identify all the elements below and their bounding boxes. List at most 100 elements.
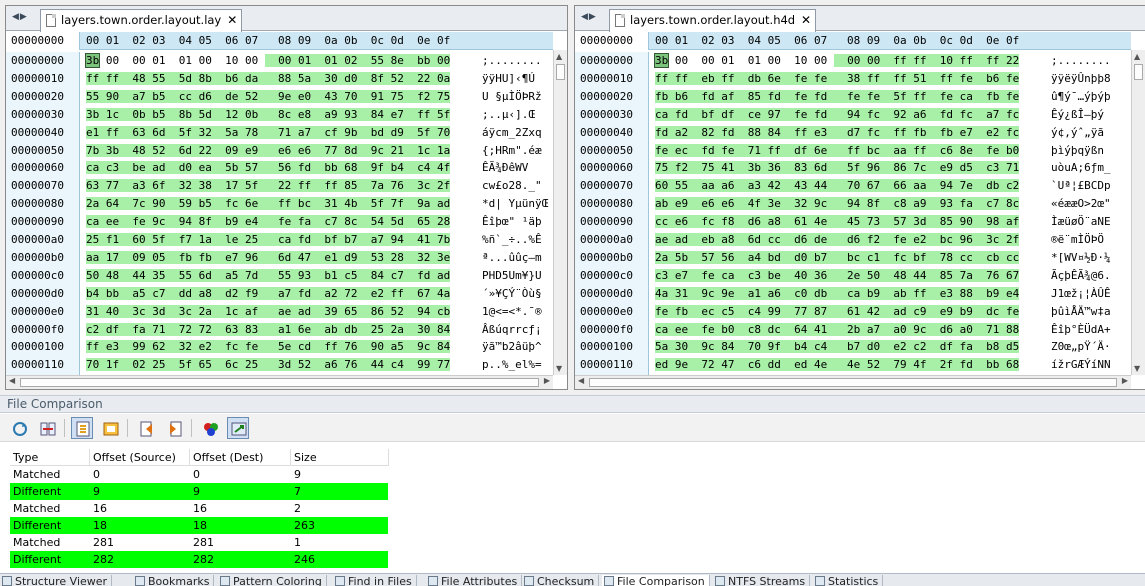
row-hex-bytes[interactable]: 63 77 a3 6f 32 38 17 5f 22 ff ff 85 7a 7…	[86, 177, 451, 195]
row-hex-bytes[interactable]: 70 1f 02 25 5f 65 6c 25 3d 52 a6 76 44 c…	[86, 356, 451, 374]
left-document-tab[interactable]: layers.town.order.layout.lay ✕	[40, 9, 243, 32]
right-horizontal-scrollbar[interactable]: ◀ ▶	[575, 375, 1131, 389]
table-row[interactable]: Different 282 282 246	[10, 551, 388, 568]
right-hex-row[interactable]: 000000d0 4a 31 9c 9e a1 a6 c0 db ca b9 ab…	[575, 285, 1131, 303]
row-text[interactable]: Êý¿ßÎ—þý	[1051, 106, 1104, 124]
row-text[interactable]: ª...ûûç–m	[482, 249, 542, 267]
row-text[interactable]: *d| YµünÿŒ	[482, 195, 548, 213]
right-hex-row[interactable]: 00000060 75 f2 75 41 3b 36 83 6d 5f 96 86…	[575, 159, 1131, 177]
right-vertical-scrollbar[interactable]: ▲ ▼	[1131, 50, 1145, 375]
left-hex-row[interactable]: 000000a0 25 f1 60 5f f7 1a le 25 ca fd bf…	[6, 231, 553, 249]
column-header-offset-dest[interactable]: Offset (Dest)	[193, 449, 263, 466]
right-hex-row[interactable]: 000000b0 2a 5b 57 56 a4 bd d0 b7 bc c1 fc…	[575, 249, 1131, 267]
row-text[interactable]: ®­ë¨mÌÖÞÖ	[1051, 231, 1104, 249]
left-hex-row[interactable]: 00000100 ff e3 99 62 32 e2 fc fe 5e cd ff…	[6, 338, 553, 356]
tab-ntfs-streams[interactable]: NTFS Streams	[713, 575, 811, 586]
row-text[interactable]: Âßúqrrcƒ¡	[482, 321, 542, 339]
left-hex-row[interactable]: 00000060 ca c3 be ad d0 ea 5b 57 56 fd bb…	[6, 159, 553, 177]
tab-file-attributes[interactable]: File Attributes	[426, 575, 523, 586]
row-text[interactable]: ´»¥ÇÝ¨Òù§	[482, 285, 542, 303]
row-hex-bytes[interactable]: ff ff 48 55 5d 8b b6 da 88 5a 30 d0 8f 5…	[86, 70, 451, 88]
sync-scroll-icon[interactable]	[71, 417, 93, 439]
row-text[interactable]: ÃçþÊÃ¾@6.	[1051, 267, 1111, 285]
right-hex-row[interactable]: 00000040 fd a2 82 fd 88 84 ff e3 d7 fc ff…	[575, 124, 1131, 142]
row-text[interactable]: ÊÃ¾­ÐêWV	[482, 159, 528, 177]
left-hex-row[interactable]: 00000080 2a 64 7c 90 59 b5 fc 6e ff bc 31…	[6, 195, 553, 213]
tab-bookmarks[interactable]: Bookmarks	[133, 575, 215, 586]
row-hex-bytes[interactable]: fd a2 82 fd 88 84 ff e3 d7 fc ff fb fb e…	[655, 124, 1020, 142]
tab-find-in-files[interactable]: Find in Files	[333, 575, 417, 586]
row-text[interactable]: ;..µ‹].Œ	[482, 106, 535, 124]
scroll-down-icon[interactable]: ▼	[1134, 364, 1140, 373]
row-text[interactable]: ý¢‚ýˆ„ÿã	[1051, 124, 1104, 142]
tab-file-comparison[interactable]: File Comparison	[602, 575, 710, 586]
right-hex-row[interactable]: 00000110 ed 9e 72 47 c6 dd ed 4e 4e 52 79…	[575, 356, 1131, 374]
right-hex-row[interactable]: 000000f0 ca ee fe b0 c8 dc 64 41 2b a7 a0…	[575, 321, 1131, 339]
row-hex-bytes[interactable]: 60 55 aa a6 a3 42 43 44 70 67 66 aa 94 7…	[655, 177, 1020, 195]
left-horizontal-scrollbar[interactable]: ◀ ▶	[6, 375, 553, 389]
row-hex-bytes[interactable]: ff ff eb ff db 6e fe fe 38 ff ff 51 ff f…	[655, 70, 1020, 88]
close-tab-icon[interactable]: ✕	[801, 10, 811, 31]
right-hex-pane[interactable]: ◀▶ layers.town.order.layout.h4d ✕ 000000…	[574, 5, 1145, 390]
row-hex-bytes[interactable]: 2a 64 7c 90 59 b5 fc 6e ff bc 31 4b 5f 7…	[86, 195, 451, 213]
row-hex-bytes[interactable]: ae ad eb a8 6d cc d6 de d6 f2 fe e2 bc 9…	[655, 231, 1020, 249]
right-hex-row[interactable]: 000000c0 c3 e7 fe ca c3 be 40 36 2e 50 48…	[575, 267, 1131, 285]
scroll-up-icon[interactable]: ▲	[556, 52, 562, 61]
row-hex-bytes[interactable]: 25 f1 60 5f f7 1a le 25 ca fd bf b7 a7 9…	[86, 231, 451, 249]
row-text[interactable]: áÿcm_2Zxq	[482, 124, 542, 142]
row-text[interactable]: *[WV¤½Ð·¼	[1051, 249, 1111, 267]
left-hex-row[interactable]: 00000010 ff ff 48 55 5d 8b b6 da 88 5a 30…	[6, 70, 553, 88]
row-hex-bytes[interactable]: fb b6 fd af 85 fd fe fd fe fe 5f ff fe c…	[655, 88, 1020, 106]
column-divider[interactable]	[290, 449, 291, 466]
scroll-right-icon[interactable]: ▶	[544, 376, 550, 385]
row-hex-bytes[interactable]: 55 90 a7 b5 cc d6 de 52 9e e0 43 70 91 7…	[86, 88, 451, 106]
scroll-right-icon[interactable]: ▶	[1122, 376, 1128, 385]
right-document-tab[interactable]: layers.town.order.layout.h4d ✕	[609, 9, 817, 32]
row-text[interactable]: û¶ý¯…ýþýþ	[1051, 88, 1111, 106]
row-hex-bytes[interactable]: c3 e7 fe ca c3 be 40 36 2e 50 48 44 85 7…	[655, 267, 1020, 285]
right-hex-row[interactable]: 00000030 ca fd bf df ce 97 fe fd 94 fc 92…	[575, 106, 1131, 124]
row-hex-bytes[interactable]: e1 ff 63 6d 5f 32 5a 78 71 a7 cf 9b bd d…	[86, 124, 451, 142]
right-hex-row[interactable]: 000000e0 fe fb ec c5 c4 99 77 87 61 42 ad…	[575, 303, 1131, 321]
row-hex-bytes[interactable]: ff e3 99 62 32 e2 fc fe 5e cd ff 76 90 a…	[86, 338, 451, 356]
table-row[interactable]: Different 9 9 7	[10, 483, 388, 500]
row-text[interactable]: p..%_el%=	[482, 356, 542, 374]
right-hex-row[interactable]: 00000050 fe ec fd fe 71 ff df 6e ff bc aa…	[575, 142, 1131, 160]
row-text[interactable]: «éææO>2œ"	[1051, 195, 1111, 213]
right-hex-row[interactable]: 00000090 cc e6 fc f8 d6 a8 61 4e 45 73 57…	[575, 213, 1131, 231]
scroll-thumb[interactable]	[1134, 64, 1143, 80]
row-hex-bytes[interactable]: c2 df fa 71 72 72 63 83 a1 6e ab db 25 2…	[86, 321, 451, 339]
row-text[interactable]: ;........	[1051, 52, 1111, 70]
tab-structure-viewer[interactable]: Structure Viewer	[0, 575, 113, 586]
comparison-table[interactable]: Type Offset (Source) Offset (Dest) Size …	[10, 449, 388, 568]
scroll-thumb[interactable]	[20, 378, 539, 387]
column-header-size[interactable]: Size	[294, 449, 317, 466]
tab-statistics[interactable]: Statistics	[813, 575, 884, 586]
left-hex-row[interactable]: 00000040 e1 ff 63 6d 5f 32 5a 78 71 a7 cf…	[6, 124, 553, 142]
row-hex-bytes[interactable]: 7b 3b 48 52 6d 22 09 e9 e6 e6 77 8d 9c 2…	[86, 142, 451, 160]
left-hex-row[interactable]: 00000090 ca ee fe 9c 94 8f b9 e4 fe fa c7…	[6, 213, 553, 231]
left-hex-row[interactable]: 000000f0 c2 df fa 71 72 72 63 83 a1 6e ab…	[6, 321, 553, 339]
left-hex-row[interactable]: 000000b0 aa 17 09 05 fb fb e7 96 6d 47 e1…	[6, 249, 553, 267]
column-header-type[interactable]: Type	[13, 449, 38, 466]
row-hex-bytes[interactable]: 31 40 3c 3d 3c 2a 1c af ae ad 39 65 86 5…	[86, 303, 451, 321]
color-settings-icon[interactable]	[199, 417, 221, 439]
tab-checksum[interactable]: Checksum	[522, 575, 600, 586]
tab-pattern-coloring[interactable]: Pattern Coloring	[218, 575, 327, 586]
row-hex-bytes[interactable]: 50 48 44 35 55 6d a5 7d 55 93 b1 c5 84 c…	[86, 267, 451, 285]
right-hex-row[interactable]: 000000a0 ae ad eb a8 6d cc d6 de d6 f2 fe…	[575, 231, 1131, 249]
row-hex-bytes[interactable]: ca fd bf df ce 97 fe fd 94 fc 92 a6 fd f…	[655, 106, 1020, 124]
row-text[interactable]: `Uª¦£BCDp	[1051, 177, 1111, 195]
row-text[interactable]: {;HRm".éæ	[482, 142, 542, 160]
left-hex-row[interactable]: 00000030 3b 1c 0b b5 8b 5d 12 0b 8c e8 a9…	[6, 106, 553, 124]
options-icon[interactable]	[99, 417, 121, 439]
row-text[interactable]: ÿã™b2âüþ^	[482, 338, 542, 356]
left-tab-nav-icon[interactable]: ◀▶	[12, 12, 28, 22]
right-hex-rows[interactable]: 00000000 3b 00 00 01 01 00 10 00 00 00 ff…	[575, 52, 1131, 375]
compare-files-icon[interactable]	[36, 417, 58, 439]
row-text[interactable]: Êîþ°ÈÜdA+	[1051, 321, 1111, 339]
row-text[interactable]: uòuA;6ƒm_	[1051, 159, 1111, 177]
row-hex-bytes[interactable]: 5a 30 9c 84 70 9f b4 c4 b7 d0 e2 c2 df f…	[655, 338, 1020, 356]
row-text[interactable]: J1œž¡¦ÀÛÊ	[1051, 285, 1111, 303]
row-text[interactable]: 1@<=<*.¯®	[482, 303, 542, 321]
